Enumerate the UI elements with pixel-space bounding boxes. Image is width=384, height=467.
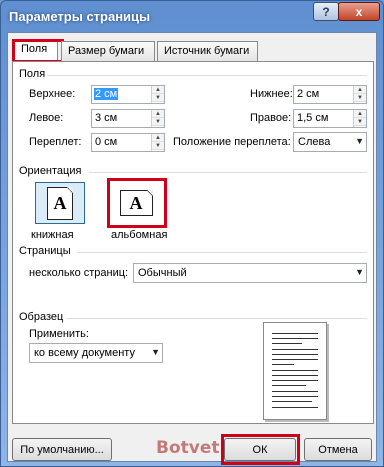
spin-down-icon[interactable]: ▼ xyxy=(354,94,366,102)
apply-to-value: ко всему документу xyxy=(34,347,135,359)
tab-paper-size[interactable]: Размер бумаги xyxy=(61,41,155,62)
set-default-label: По умолчанию... xyxy=(20,443,104,456)
spin-down-icon[interactable]: ▼ xyxy=(152,118,164,126)
pages-section-label: Страницы xyxy=(19,245,71,257)
tab-highlight-box xyxy=(12,39,64,63)
sample-section-label: Образец xyxy=(19,311,64,323)
portrait-icon-glyph: A xyxy=(53,192,67,213)
margins-section-label: Поля xyxy=(19,68,46,80)
tab-paper-size-label: Размер бумаги xyxy=(68,45,145,57)
spin-down-icon[interactable]: ▼ xyxy=(152,142,164,150)
left-margin-label: Левое: xyxy=(29,112,64,124)
left-margin-value: 3 см xyxy=(95,112,118,124)
ok-highlight-box xyxy=(221,434,300,465)
window-title: Параметры страницы xyxy=(9,9,151,24)
dialog-body: Поля Размер бумаги Источник бумаги Поля … xyxy=(7,32,377,465)
bottom-margin-value: 2 см xyxy=(297,88,320,100)
orientation-separator xyxy=(89,172,367,173)
gutter-position-value: Слева xyxy=(298,136,331,148)
top-margin-value: 2 см xyxy=(94,88,119,100)
portrait-orientation-button[interactable]: A xyxy=(35,182,85,224)
pages-separator xyxy=(77,252,367,253)
close-button[interactable]: x xyxy=(338,2,380,21)
sample-separator xyxy=(67,318,367,319)
gutter-value: 0 см xyxy=(95,136,118,148)
spin-up-icon[interactable]: ▲ xyxy=(152,86,164,94)
left-margin-spinner[interactable]: 3 см ▲ ▼ xyxy=(91,109,165,128)
chevron-down-icon[interactable]: ▼ xyxy=(151,347,160,357)
multiple-pages-select[interactable]: Обычный ▼ xyxy=(133,263,367,283)
multiple-pages-value: Обычный xyxy=(138,267,187,279)
top-margin-spinner[interactable]: 2 см ▲ ▼ xyxy=(91,85,165,104)
apply-to-select[interactable]: ко всему документу ▼ xyxy=(29,343,163,363)
portrait-label: книжная xyxy=(31,229,74,241)
right-margin-value: 1,5 см xyxy=(297,112,329,124)
right-margin-label: Правое: xyxy=(250,112,292,124)
chevron-down-icon[interactable]: ▼ xyxy=(355,267,364,277)
chevron-down-icon[interactable]: ▼ xyxy=(355,136,364,146)
right-margin-spinner[interactable]: 1,5 см ▲ ▼ xyxy=(293,109,367,128)
gutter-position-select[interactable]: Слева ▼ xyxy=(293,132,367,152)
spin-up-icon[interactable]: ▲ xyxy=(354,86,366,94)
portrait-page-icon: A xyxy=(47,186,73,220)
gutter-label: Переплет: xyxy=(29,136,82,148)
spin-up-icon[interactable]: ▲ xyxy=(152,110,164,118)
apply-to-label: Применить: xyxy=(29,328,89,340)
landscape-highlight-box xyxy=(107,178,167,228)
sample-preview-page xyxy=(263,322,327,420)
page-setup-dialog: Параметры страницы ? x Поля Размер бумаг… xyxy=(0,0,384,467)
bottom-margin-spinner[interactable]: 2 см ▲ ▼ xyxy=(293,85,367,104)
help-button[interactable]: ? xyxy=(313,2,339,21)
spin-down-icon[interactable]: ▼ xyxy=(152,94,164,102)
cancel-label: Отмена xyxy=(318,443,358,456)
margins-separator xyxy=(47,75,367,76)
orientation-section-label: Ориентация xyxy=(19,165,82,177)
spin-up-icon[interactable]: ▲ xyxy=(354,110,366,118)
bottom-margin-label: Нижнее: xyxy=(250,88,293,100)
multiple-pages-label: несколько страниц: xyxy=(29,267,129,279)
top-margin-label: Верхнее: xyxy=(29,88,76,100)
gutter-spinner[interactable]: 0 см ▲ ▼ xyxy=(91,133,165,152)
tab-paper-source[interactable]: Источник бумаги xyxy=(157,41,258,62)
spin-up-icon[interactable]: ▲ xyxy=(152,134,164,142)
cancel-button[interactable]: Отмена xyxy=(304,438,372,461)
gutter-position-label: Положение переплета: xyxy=(173,136,291,148)
set-default-button[interactable]: По умолчанию... xyxy=(12,438,112,461)
landscape-label: альбомная xyxy=(111,229,168,241)
spin-down-icon[interactable]: ▼ xyxy=(354,118,366,126)
tab-paper-source-label: Источник бумаги xyxy=(164,45,250,57)
title-bar[interactable]: Параметры страницы ? x xyxy=(1,1,383,32)
